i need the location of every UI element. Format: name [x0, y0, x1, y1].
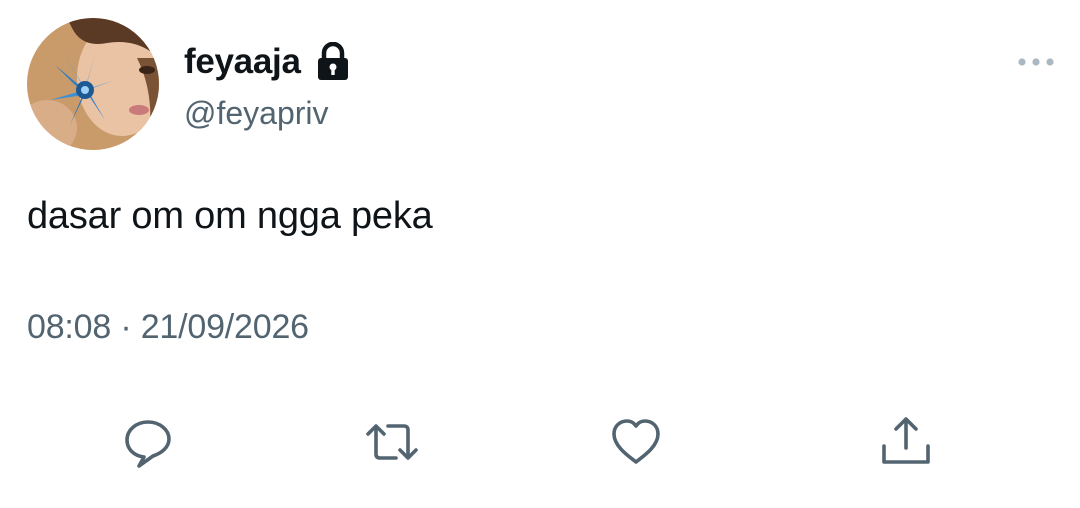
tweet-text: dasar om om ngga peka: [27, 195, 433, 237]
more-button[interactable]: [1016, 50, 1056, 74]
author-handle[interactable]: @feyapriv: [184, 92, 329, 134]
retweet-icon: [366, 424, 418, 460]
like-button[interactable]: [606, 412, 666, 472]
share-icon: [882, 417, 930, 464]
tweet-card: feyaaja @feyapriv dasar om om ngga peka …: [0, 0, 1080, 508]
lock-icon: [315, 42, 351, 82]
share-button[interactable]: [876, 412, 936, 472]
retweet-button[interactable]: [362, 412, 422, 472]
display-name[interactable]: feyaaja: [184, 38, 301, 86]
avatar-photo: [27, 18, 159, 150]
heart-icon: [612, 419, 660, 464]
reply-icon: [125, 420, 171, 468]
reply-button[interactable]: [118, 412, 178, 472]
author-name-row: feyaaja: [184, 38, 351, 86]
avatar[interactable]: [27, 18, 159, 150]
tweet-timestamp[interactable]: 08:08 · 21/09/2026: [27, 304, 309, 350]
more-horizontal-icon: [1018, 58, 1054, 66]
